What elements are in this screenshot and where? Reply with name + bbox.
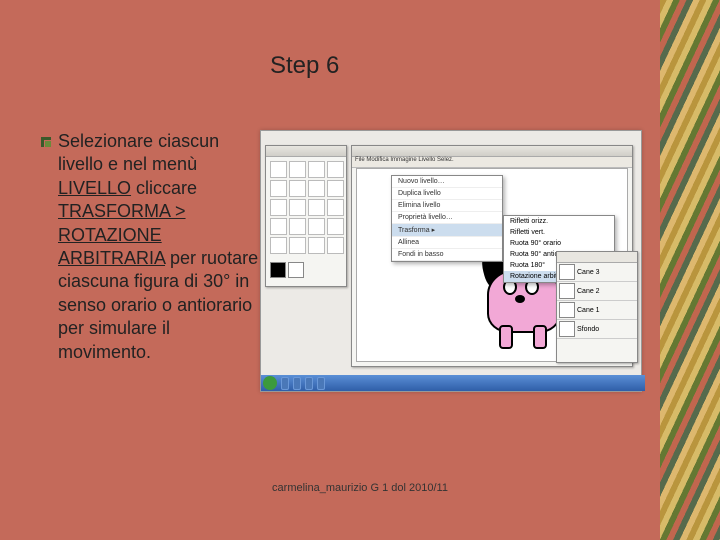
bullet-icon xyxy=(40,136,52,148)
taskbar-button xyxy=(293,377,301,390)
dog-leg xyxy=(499,325,513,349)
tool-icon xyxy=(327,199,344,216)
tool-icon xyxy=(270,237,287,254)
tool-icon xyxy=(327,161,344,178)
canvas-titlebar xyxy=(352,146,632,157)
layer-row: Cane 1 xyxy=(557,301,637,320)
tool-icon xyxy=(327,237,344,254)
layer-label: Cane 1 xyxy=(577,307,600,314)
layer-thumb xyxy=(559,302,575,318)
layer-label: Cane 2 xyxy=(577,288,600,295)
layer-label: Sfondo xyxy=(577,326,599,333)
tool-icon xyxy=(308,161,325,178)
fg-color-swatch xyxy=(270,262,286,278)
menu-item: Duplica livello xyxy=(392,188,502,200)
tool-icon xyxy=(270,180,287,197)
menu-item-trasforma: Trasforma ▸ xyxy=(392,224,502,237)
taskbar-button xyxy=(305,377,313,390)
toolbox-grid xyxy=(266,157,346,258)
bg-color-swatch xyxy=(288,262,304,278)
tool-icon xyxy=(289,199,306,216)
toolbox-window xyxy=(265,145,347,287)
dog-nose xyxy=(515,295,525,303)
tool-icon xyxy=(289,218,306,235)
tool-icon xyxy=(289,237,306,254)
layers-titlebar xyxy=(557,252,637,263)
tool-icon xyxy=(270,218,287,235)
toolbox-titlebar xyxy=(266,146,346,157)
tool-icon xyxy=(308,180,325,197)
taskbar-button xyxy=(281,377,289,390)
menu-item: Proprietà livello… xyxy=(392,212,502,224)
layer-thumb xyxy=(559,264,575,280)
layer-thumb xyxy=(559,321,575,337)
layer-label: Cane 3 xyxy=(577,269,600,276)
dog-leg xyxy=(533,325,547,349)
body-part-2: cliccare xyxy=(131,178,197,198)
menu-item: Fondi in basso xyxy=(392,249,502,261)
slide-title: Step 6 xyxy=(270,52,339,80)
start-button-icon xyxy=(263,376,277,390)
slide: Step 6 Selezionare ciascun livello e nel… xyxy=(0,0,720,540)
tool-icon xyxy=(308,237,325,254)
tool-icon xyxy=(327,180,344,197)
embedded-screenshot: File Modifica Immagine Livello Selez. Nu… xyxy=(260,130,642,392)
body-part-1: Selezionare ciascun livello e nel menù xyxy=(58,131,219,174)
tool-icon xyxy=(270,199,287,216)
tool-icon xyxy=(327,218,344,235)
tool-icon xyxy=(289,180,306,197)
layers-window: Cane 3 Cane 2 Cane 1 Sfondo xyxy=(556,251,638,363)
submenu-item: Rifletti vert. xyxy=(504,227,614,238)
slide-body-text: Selezionare ciascun livello e nel menù L… xyxy=(58,130,268,364)
decorative-side-pattern xyxy=(660,0,720,540)
livello-menu: Nuovo livello… Duplica livello Elimina l… xyxy=(391,175,503,262)
menu-item: Allinea xyxy=(392,237,502,249)
slide-footer: carmelina_maurizio G 1 dol 2010/11 xyxy=(0,482,720,494)
tool-icon xyxy=(270,161,287,178)
taskbar-button xyxy=(317,377,325,390)
color-swatches xyxy=(266,258,346,282)
submenu-item: Rifletti orizz. xyxy=(504,216,614,227)
menu-item: Elimina livello xyxy=(392,200,502,212)
layer-row: Sfondo xyxy=(557,320,637,339)
submenu-item: Ruota 90° orario xyxy=(504,238,614,249)
windows-taskbar xyxy=(261,375,645,391)
canvas-menubar: File Modifica Immagine Livello Selez. xyxy=(352,157,632,168)
body-underline-1: LIVELLO xyxy=(58,178,131,198)
layer-thumb xyxy=(559,283,575,299)
tool-icon xyxy=(308,218,325,235)
layer-row: Cane 3 xyxy=(557,263,637,282)
layer-row: Cane 2 xyxy=(557,282,637,301)
tool-icon xyxy=(308,199,325,216)
menu-item: Nuovo livello… xyxy=(392,176,502,188)
tool-icon xyxy=(289,161,306,178)
